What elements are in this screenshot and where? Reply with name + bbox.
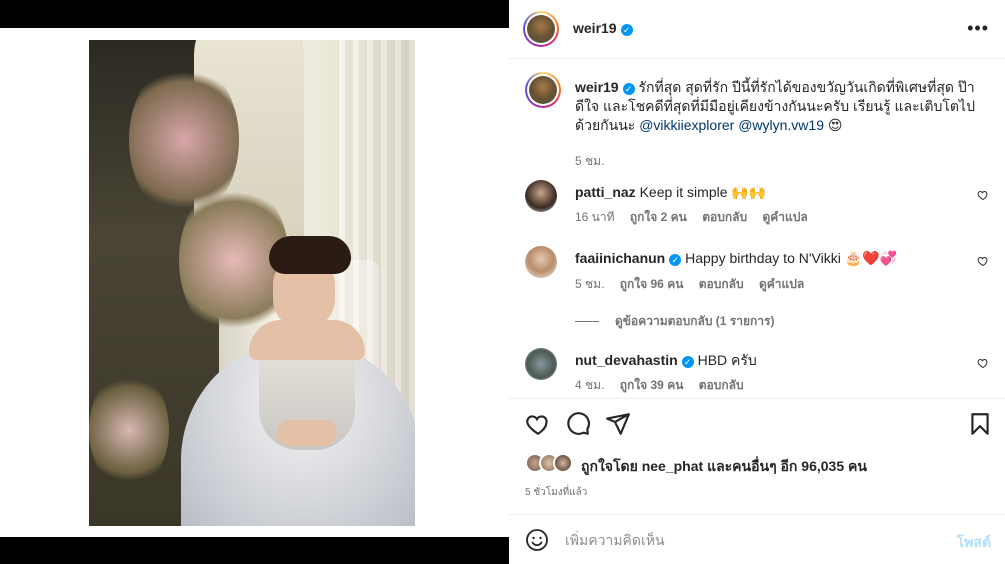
translate-button[interactable]: ดูคำแปล [759,277,804,291]
caption-emoji: 😍 [827,117,843,133]
comment-username[interactable]: faaiinichanun [575,250,665,266]
bookmark-icon[interactable] [967,411,993,437]
caption: weir19 ✓ รักที่สุด สุดที่รัก ปีนี้ที่รักไ… [525,72,995,168]
more-options-icon[interactable]: ••• [967,18,989,39]
mention-link[interactable]: @vikkiiexplorer [639,117,734,133]
comment-username[interactable]: nut_devahastin [575,352,678,368]
post-username[interactable]: weir19 [573,20,617,36]
view-replies-label: ดูข้อความตอบกลับ (1 รายการ) [615,314,775,328]
reply-button[interactable]: ตอบกลับ [702,210,747,224]
heart-icon[interactable] [525,411,551,437]
photo-shoulders [249,320,365,360]
comment-text-block: faaiinichanun ✓ Happy birthday to N'Vikki… [575,249,975,268]
media-pane [0,0,509,564]
post-header: weir19 ✓ ••• [509,0,1005,59]
comment-text: Happy birthday to N'Vikki 🎂❤️💞 [685,250,898,266]
mention-link[interactable]: @wylyn.vw19 [738,117,824,133]
comment-input[interactable] [565,529,935,551]
posted-time[interactable]: 5 ชั่วโมงที่แล้ว [525,485,587,500]
photo-flowers [89,370,169,490]
avatar[interactable] [525,180,557,212]
heart-icon[interactable] [977,189,989,201]
post-panel: weir19 ✓ ••• weir19 ✓ รักที่สุด สุดที่รัก … [509,0,1005,564]
comment-likes[interactable]: ถูกใจ 96 คน [620,277,684,291]
translate-button[interactable]: ดูคำแปล [762,210,807,224]
post-actions [509,398,1005,448]
caption-meta: 5 ชม. [575,152,616,171]
likes-count[interactable]: และคนอื่นๆ อีก 96,035 คน [707,458,867,474]
add-comment-bar: โพสต์ [509,514,1005,564]
comment-likes[interactable]: ถูกใจ 39 คน [620,378,684,392]
post-photo[interactable] [89,40,415,526]
caption-text-block: weir19 ✓ รักที่สุด สุดที่รัก ปีนี้ที่รักไ… [575,78,975,135]
verified-icon: ✓ [669,254,682,266]
comment-item: patti_naz Keep it simple 🙌🙌 16 นาที ถูกใ… [525,180,995,230]
heart-icon[interactable] [977,255,989,267]
comment-text-block: patti_naz Keep it simple 🙌🙌 [575,183,975,202]
avatar[interactable] [523,11,559,47]
comment-text-block: nut_devahastin ✓ HBD ครับ [575,351,975,370]
comment-time[interactable]: 4 ชม. [575,378,604,392]
heart-icon[interactable] [977,357,989,369]
post-author: weir19 ✓ [573,20,633,36]
liker-avatar[interactable] [553,453,573,473]
photo-hair [269,236,351,274]
comment-item: faaiinichanun ✓ Happy birthday to N'Vikki… [525,246,995,296]
reply-button[interactable]: ตอบกลับ [699,378,744,392]
comment-time[interactable]: 16 นาที [575,210,615,224]
comment-item: nut_devahastin ✓ HBD ครับ 4 ชม. ถูกใจ 39 … [525,348,995,398]
verified-icon: ✓ [620,24,633,36]
instagram-post-modal: weir19 ✓ ••• weir19 ✓ รักที่สุด สุดที่รัก … [0,0,1005,564]
comment-likes[interactable]: ถูกใจ 2 คน [630,210,687,224]
likes-prefix: ถูกใจโดย [581,458,638,474]
avatar[interactable] [525,246,557,278]
comment-meta: 5 ชม. ถูกใจ 96 คน ตอบกลับ ดูคำแปล [575,275,816,294]
caption-username[interactable]: weir19 [575,79,619,95]
comment-icon[interactable] [565,411,591,437]
comment-meta: 16 นาที ถูกใจ 2 คน ตอบกลับ ดูคำแปล [575,208,820,227]
comment-meta: 4 ชม. ถูกใจ 39 คน ตอบกลับ [575,376,756,395]
avatar[interactable] [525,348,557,380]
verified-icon: ✓ [681,356,694,368]
comments-list: weir19 ✓ รักที่สุด สุดที่รัก ปีนี้ที่รักไ… [509,60,1005,398]
likes-text[interactable]: ถูกใจโดย nee_phat และคนอื่นๆ อีก 96,035 … [581,456,867,478]
emoji-icon[interactable] [525,528,549,552]
view-replies-line [575,321,599,323]
caption-time[interactable]: 5 ชม. [575,154,604,168]
comment-username[interactable]: patti_naz [575,184,636,200]
comment-time[interactable]: 5 ชม. [575,277,604,291]
send-icon[interactable] [605,411,631,437]
view-replies-button[interactable]: ดูข้อความตอบกลับ (1 รายการ) [575,312,774,331]
likes-user[interactable]: nee_phat [642,458,703,474]
reply-button[interactable]: ตอบกลับ [699,277,744,291]
verified-icon: ✓ [622,83,635,95]
photo-hands [277,420,337,446]
avatar[interactable] [525,72,561,108]
post-comment-button[interactable]: โพสต์ [957,532,991,554]
comment-text: HBD ครับ [697,352,757,368]
comment-text: Keep it simple 🙌🙌 [639,184,767,200]
